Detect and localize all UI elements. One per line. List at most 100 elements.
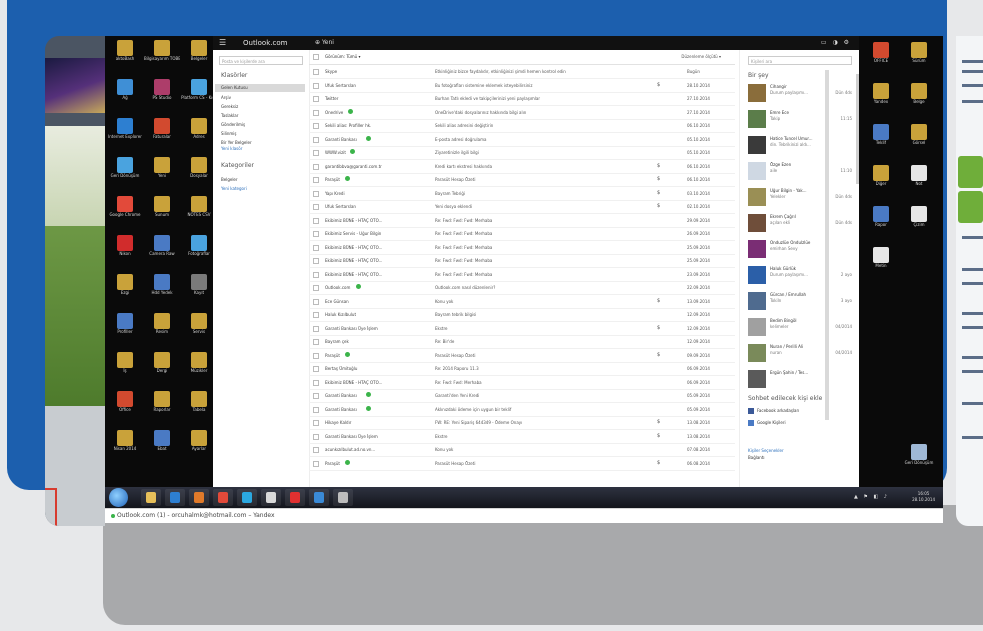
top-tools-icons[interactable]: ▭ ◑ ⚙ xyxy=(821,39,851,46)
message-checkbox[interactable] xyxy=(313,163,319,170)
contact-item[interactable]: Emre Ece Takip 11:15 xyxy=(748,108,856,136)
desktop-icon[interactable]: Müzikler xyxy=(181,352,217,373)
message-checkbox[interactable] xyxy=(313,366,319,372)
folder-item[interactable]: Gönderilmiş xyxy=(221,122,245,127)
desktop-icon[interactable]: İş xyxy=(107,352,143,373)
contact-item[interactable]: Nuran / Perilli Ali nuran 04/2014 xyxy=(748,342,856,370)
desktop-icon[interactable]: Fotoğraflar xyxy=(181,235,217,256)
message-checkbox[interactable] xyxy=(313,420,319,426)
message-row[interactable]: Garanti Bankası Üye İşlem Ekstre $12.09.20… xyxy=(309,322,735,336)
desktop-icon[interactable]: Platform CS - Kısa xyxy=(181,79,217,100)
message-row[interactable]: garantibbva@garanti.com.tr Kredi kartı ek… xyxy=(309,160,735,174)
desktop-icon[interactable]: Rapor xyxy=(863,206,899,227)
desktop-icon[interactable]: Sunum xyxy=(144,196,180,217)
contact-item[interactable]: Cihangir Durum paylaşımı... Dün 4ds xyxy=(748,82,856,110)
message-checkbox[interactable] xyxy=(313,298,319,305)
desktop-icon[interactable]: Not xyxy=(901,165,937,186)
people-options-link[interactable]: Kişiler Seçenekler xyxy=(748,448,784,453)
folder-item[interactable]: Taslaklar xyxy=(221,113,238,118)
message-row[interactable]: Sekili alias: Profiller hk. Sekili alias … xyxy=(309,119,735,133)
message-row[interactable]: acunkızılbulut.ad.no.vn... Konu yok 07.08.… xyxy=(309,443,735,457)
message-row[interactable]: Ufuk Sertarslan Yeni dosya eklendi $02.10.… xyxy=(309,200,735,214)
message-row[interactable]: Garanti Bankası Aklınızdaki ödeme için uy… xyxy=(309,403,735,417)
message-checkbox[interactable] xyxy=(313,325,319,332)
folder-item[interactable]: Gelen Kutusu xyxy=(215,84,305,92)
people-connect-link[interactable]: Bağlantı xyxy=(748,455,765,460)
message-checkbox[interactable] xyxy=(313,271,319,278)
desktop-icon[interactable]: Servis xyxy=(181,313,217,334)
desktop-icon[interactable]: Camera Raw xyxy=(144,235,180,256)
desktop-icon[interactable]: Ezgi xyxy=(107,274,143,295)
message-row[interactable]: Ufuk Sertarslan Bu fotoğrafları sistemine… xyxy=(309,79,735,93)
desktop-icon[interactable]: Internet Explorer xyxy=(107,118,143,139)
message-row[interactable]: Outlook.com Outlook.com nasıl düzenlenir?… xyxy=(309,281,735,295)
message-checkbox[interactable] xyxy=(313,379,319,386)
message-row[interactable]: Ece Günsan Konu yok $13.09.2014 xyxy=(309,295,735,309)
desktop-icon[interactable]: Nisan 2014 xyxy=(107,430,143,451)
contact-item[interactable]: Onduzlüe Ondulzlüe emirhan Sevy xyxy=(748,238,856,266)
folder-item[interactable]: Bir Yer Belgeler xyxy=(221,140,252,145)
desktop-icon[interactable]: Belge xyxy=(901,83,937,104)
message-checkbox[interactable] xyxy=(313,460,319,467)
desktop-icon[interactable]: OFFICE xyxy=(863,42,899,63)
desktop-icon[interactable]: Adres xyxy=(181,118,217,139)
message-row[interactable]: Skype Etkinliğiniz bizce faydalıdır, etki… xyxy=(309,65,735,79)
desktop-icon[interactable]: Raporlar xyxy=(144,391,180,412)
message-checkbox[interactable] xyxy=(313,109,319,116)
categories-header[interactable]: Kategoriler xyxy=(221,162,254,169)
message-row[interactable]: Ekibimiz BÜNE - HTAÇ OTO... Re: Fwd: Fwd:… xyxy=(309,254,735,268)
contact-item[interactable]: Haluk Gürlük Durum paylaşımı... 2 ayo xyxy=(748,264,856,292)
desktop-icon[interactable]: Resim xyxy=(144,313,180,334)
new-folder-link[interactable]: Yeni klasör xyxy=(221,146,242,151)
message-checkbox[interactable] xyxy=(313,177,319,183)
sort-menu[interactable]: Düzenleme ölçütü ▾ xyxy=(681,54,721,59)
contact-item[interactable]: Gürcan / Emrullah Tokiln 3 ayo xyxy=(748,290,856,318)
folder-item[interactable]: Gereksiz xyxy=(221,104,238,109)
message-checkbox[interactable] xyxy=(313,82,319,89)
message-row[interactable]: Ekibimiz BÜNE - HTAÇ OTO... Re: Fwd: Fwd:… xyxy=(309,268,735,282)
message-checkbox[interactable] xyxy=(313,447,319,453)
select-all-checkbox[interactable] xyxy=(313,54,319,60)
desktop-icon[interactable]: NOTES CSV xyxy=(181,196,217,217)
message-row[interactable]: Hikaye Kaldır FW: RE: Yeni Sipariş 644349… xyxy=(309,416,735,430)
desktop-icon[interactable]: Teklif xyxy=(863,124,899,145)
message-row[interactable]: Haluk Kızılbulut Bayram tebrik bilgisi 12.… xyxy=(309,308,735,322)
ie2-button[interactable] xyxy=(309,489,329,506)
message-row[interactable]: Paraşüt Parasüt Hesap Özeti $06.08.2014 xyxy=(309,457,735,471)
desktop-icon[interactable]: Yandex xyxy=(863,83,899,104)
contact-item[interactable]: Özge Ezen aile 11:10 xyxy=(748,160,856,188)
people-scrollbar[interactable] xyxy=(856,74,859,184)
view-filter[interactable]: Görünüm: Tümü ▾ xyxy=(325,54,360,59)
message-row[interactable]: Paraşüt Parasüt Hesap Özeti $06.10.2014 xyxy=(309,173,735,187)
message-checkbox[interactable] xyxy=(313,150,319,156)
message-checkbox[interactable] xyxy=(313,339,319,345)
recycle-bin-icon[interactable]: Geri Dönüşüm xyxy=(901,444,937,465)
people-search-input[interactable]: Kişileri ara xyxy=(748,56,852,65)
folder-item[interactable]: Arşiv xyxy=(221,95,231,100)
desktop-icon[interactable]: Yeni xyxy=(144,157,180,178)
desktop-icon[interactable]: Bilgisayarım TOBB xyxy=(144,40,180,61)
desktop-icon[interactable]: Belgeler xyxy=(181,40,217,61)
message-row[interactable]: Garanti Bankası E-posta adresi doğrulama 0… xyxy=(309,133,735,147)
new-mail-button[interactable]: ⊕ Yeni xyxy=(315,39,334,46)
contact-item[interactable]: Ergün Şahin / Tes... xyxy=(748,368,856,396)
desktop-icon[interactable]: Office xyxy=(107,391,143,412)
message-checkbox[interactable] xyxy=(313,433,319,440)
explorer-button[interactable] xyxy=(141,489,161,506)
message-checkbox[interactable] xyxy=(313,393,319,399)
message-row[interactable]: Garanti Bankası Üye İşlem Ekstre $13.08.20… xyxy=(309,430,735,444)
message-row[interactable]: Ekibimiz BÜNE - HTAÇ OTO... Re: Fwd: Fwd:… xyxy=(309,241,735,255)
message-row[interactable]: Yapı Kredi Bayram Tebriği $03.10.2014 xyxy=(309,187,735,201)
desktop-icon[interactable]: Nikon xyxy=(107,235,143,256)
app-menu-icon[interactable]: ☰ xyxy=(219,38,226,47)
facebook-friends-link[interactable]: Facebook arkadaşları xyxy=(748,408,799,414)
message-row[interactable]: Ekibimiz Servis - Uğur Bilgin Re: Fwd: Fw… xyxy=(309,227,735,241)
desktop-icon[interactable]: Görsel xyxy=(901,124,937,145)
desktop-icon[interactable]: Çizim xyxy=(901,206,937,227)
message-row[interactable]: Bayram çek Re: Bir'de 12.09.2014 xyxy=(309,335,735,349)
message-row[interactable]: Garanti Bankası Garanti'den Yeni Kredi 05.… xyxy=(309,389,735,403)
desktop-icon[interactable]: Profiller xyxy=(107,313,143,334)
desktop-icon[interactable]: aktoBash xyxy=(107,40,143,61)
desktop-icon[interactable]: Metin xyxy=(863,247,899,268)
desktop-icon[interactable]: Ayarlar xyxy=(181,430,217,451)
